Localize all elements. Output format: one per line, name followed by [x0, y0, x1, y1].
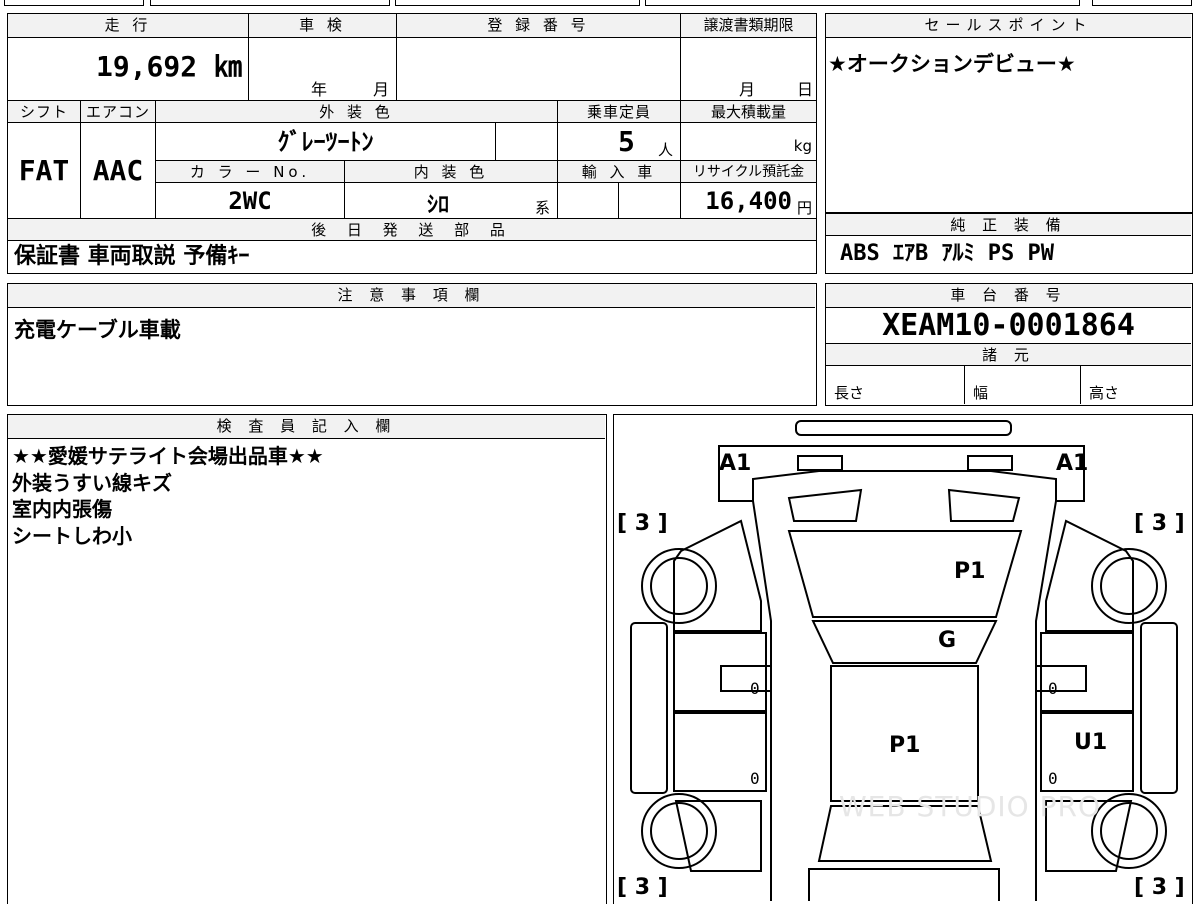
import-value-b [619, 183, 681, 219]
exterior-value: ｸﾞﾚｰﾂｰﾄﾝ [156, 123, 496, 161]
color-no-label: カ ラ ー No. [156, 161, 345, 183]
inspection-month: 月 [373, 80, 390, 99]
interior-unit: 系 [535, 199, 551, 217]
notes-text: 充電ケーブル車載 [14, 318, 181, 342]
sales-point-header: セールスポイント [826, 14, 1191, 38]
shift-value: FAT [8, 123, 81, 219]
ac-value: AAC [81, 123, 156, 219]
chassis-value: XEAM10-0001864 [826, 308, 1191, 344]
sales-point-text: ★オークションデビュー★ [828, 52, 1076, 76]
later-shipping-text: 保証書 車両取説 予備ｷｰ [14, 244, 250, 269]
registration-label: 登 録 番 号 [397, 14, 681, 38]
transfer-month: 月 [739, 80, 756, 99]
capacity-label: 乗車定員 [558, 101, 681, 123]
top-strip [0, 0, 1200, 8]
length-label: 長さ [834, 384, 865, 402]
import-label: 輸 入 車 [558, 161, 681, 183]
mark-tire-tr: [ 3 ] [1134, 511, 1185, 536]
inspector-line: 室内内張傷 [12, 497, 112, 521]
load-label: 最大積載量 [681, 101, 816, 123]
ac-label: エアコン [81, 101, 156, 123]
notes-header: 注 意 事 項 欄 [8, 284, 815, 308]
interior-value: ｼﾛ [427, 193, 450, 218]
mark-a1-right: A1 [1056, 451, 1089, 476]
inspection-year: 年 [311, 80, 328, 99]
interior-label: 内 装 色 [345, 161, 558, 183]
mark-tire-tl: [ 3 ] [617, 511, 668, 536]
mark-roof: P1 [889, 733, 921, 758]
transfer-label: 譲渡書類期限 [681, 14, 816, 38]
sales-point-box: セールスポイント ★オークションデビュー★ [825, 13, 1193, 213]
capacity-unit: 人 [658, 141, 674, 159]
import-value-a [558, 183, 619, 219]
mark-tire-bl: [ 3 ] [617, 875, 668, 900]
standard-equipment-text: ABS ｴｱB ｱﾙﾐ PS PW [840, 241, 1054, 266]
inspector-line: ★★愛媛サテライト会場出品車★★ [12, 444, 324, 468]
chassis-box: 車 台 番 号 XEAM10-0001864 諸 元 長さ 幅 高さ [825, 283, 1193, 406]
specs-width: 幅 [965, 366, 1081, 404]
transfer-day: 日 [797, 80, 814, 99]
inspector-line: シートしわ小 [12, 523, 132, 548]
mark-zero: 0 [1048, 769, 1058, 788]
exterior-extra [496, 123, 558, 161]
chassis-header: 車 台 番 号 [826, 284, 1191, 308]
interior-value-cell: ｼﾛ 系 [345, 183, 558, 219]
shift-label: シフト [8, 101, 81, 123]
inspector-line: 外装うすい線キズ [12, 470, 172, 495]
load-unit: kg [793, 137, 812, 155]
specs-height: 高さ [1081, 366, 1191, 404]
registration-value [397, 38, 681, 101]
load-value-cell: kg [681, 123, 816, 161]
specs-header: 諸 元 [826, 344, 1191, 366]
specs-length: 長さ [826, 366, 965, 404]
recycle-value-cell: 16,400 円 [681, 183, 816, 219]
damage-diagram-box: WEB STUDIO PRO A1 A1 [ 3 ] [ 3 ] [ 3 ] [… [613, 414, 1193, 904]
mark-a1-left: A1 [719, 451, 752, 476]
height-label: 高さ [1089, 384, 1120, 402]
inspection-label: 車 検 [249, 14, 397, 38]
standard-equipment-header: 純 正 装 備 [826, 214, 1191, 236]
exterior-label: 外 装 色 [156, 101, 558, 123]
watermark: WEB STUDIO PRO [839, 790, 1101, 823]
later-shipping-header: 後 日 発 送 部 品 [8, 219, 816, 241]
mark-right-door: U1 [1074, 730, 1108, 755]
capacity-value-cell: 5 人 [558, 123, 681, 161]
mileage-value: 19,692 ㎞ [8, 38, 249, 101]
inspection-value: 年 月 [249, 38, 397, 101]
mark-zero: 0 [1048, 679, 1058, 698]
car-outline [630, 420, 1178, 901]
capacity-value: 5 [618, 125, 635, 158]
inspector-lines: ★★愛媛サテライト会場出品車★★ 外装うすい線キズ 室内内張傷 シートしわ小 [12, 443, 592, 549]
mark-hood: P1 [954, 559, 986, 584]
mileage-label: 走 行 [8, 14, 249, 38]
notes-box: 注 意 事 項 欄 充電ケーブル車載 [7, 283, 817, 406]
recycle-value: 16,400 [705, 187, 792, 215]
inspector-header: 検 査 員 記 入 欄 [8, 415, 605, 439]
mark-zero: 0 [750, 769, 760, 788]
width-label: 幅 [973, 384, 989, 402]
inspector-box: 検 査 員 記 入 欄 ★★愛媛サテライト会場出品車★★ 外装うすい線キズ 室内… [7, 414, 607, 904]
mark-tire-br: [ 3 ] [1134, 875, 1185, 900]
recycle-label: リサイクル預託金 [681, 161, 816, 183]
mark-zero: 0 [750, 679, 760, 698]
transfer-value: 月 日 [681, 38, 816, 101]
mark-windshield: G [938, 628, 957, 653]
standard-equipment-box: 純 正 装 備 ABS ｴｱB ｱﾙﾐ PS PW [825, 213, 1193, 274]
color-no-value: 2WC [156, 183, 345, 219]
recycle-unit: 円 [796, 199, 812, 217]
vehicle-info-table: 走 行 車 検 登 録 番 号 譲渡書類期限 19,692 ㎞ 年 月 月 日 … [7, 13, 817, 274]
